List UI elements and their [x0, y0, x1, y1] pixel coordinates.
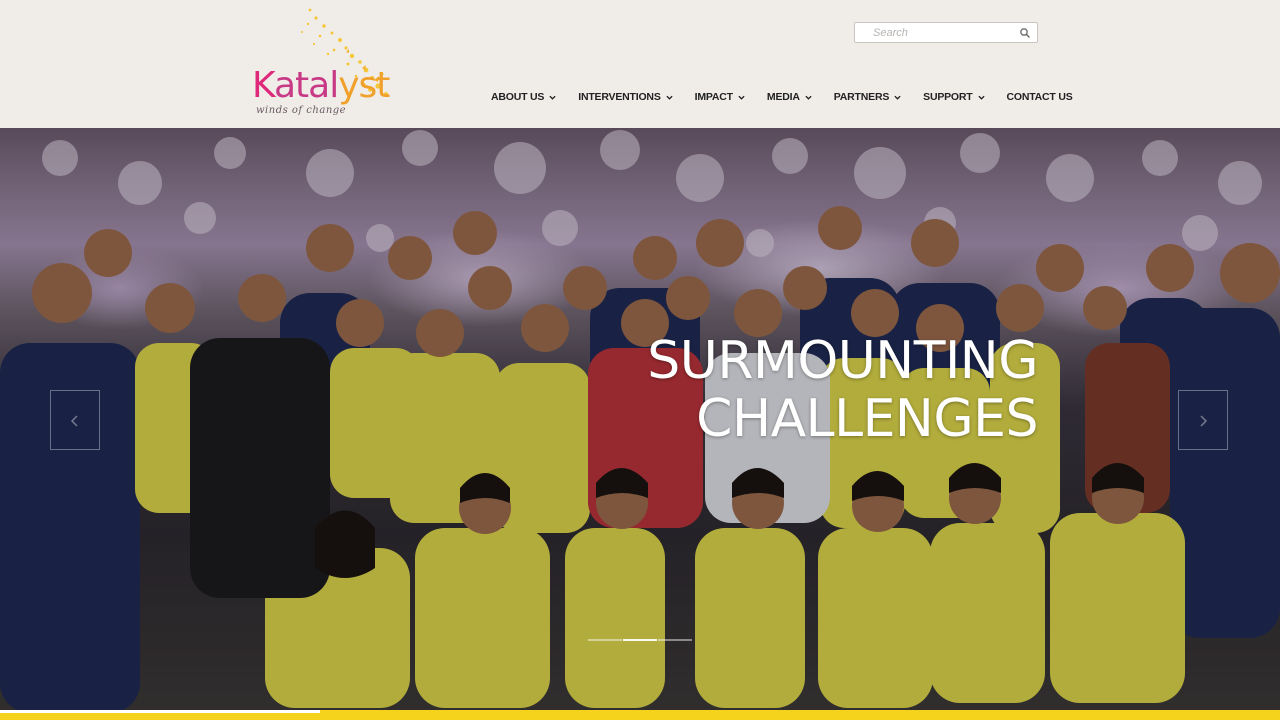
nav-item-contact-us[interactable]: CONTACT US	[1007, 91, 1073, 103]
hero-slider: SURMOUNTING CHALLENGES	[0, 128, 1280, 710]
nav-item-label: INTERVENTIONS	[578, 91, 661, 103]
chevron-right-icon	[1200, 415, 1208, 427]
nav-item-label: ABOUT US	[491, 91, 545, 103]
search-input[interactable]	[855, 23, 1015, 42]
nav-item-partners[interactable]: PARTNERS	[834, 91, 901, 103]
search-button[interactable]	[1018, 26, 1032, 40]
slider-next-button[interactable]	[1178, 390, 1228, 450]
nav-item-label: PARTNERS	[833, 91, 890, 103]
chevron-left-icon	[70, 415, 78, 427]
chevron-down-icon	[549, 95, 556, 100]
search-icon	[1020, 28, 1030, 38]
slide-progress-bar	[0, 710, 1280, 720]
logo-letter-k: K	[252, 65, 275, 106]
slider-dot[interactable]	[588, 639, 622, 641]
nav-item-support[interactable]: SUPPORT	[923, 91, 985, 103]
chevron-down-icon	[666, 95, 673, 100]
chevron-down-icon	[977, 95, 985, 100]
nav-item-about-us[interactable]: ABOUT US	[491, 91, 556, 103]
slider-dot[interactable]	[623, 639, 657, 641]
hero-title: SURMOUNTING CHALLENGES	[647, 331, 1038, 450]
nav-item-label: SUPPORT	[923, 91, 973, 103]
chevron-down-icon	[805, 95, 812, 100]
slider-pagination	[588, 639, 693, 641]
nav-item-interventions[interactable]: INTERVENTIONS	[578, 91, 673, 103]
main-nav: ABOUT US INTERVENTIONS IMPACT MEDIA PART…	[491, 91, 1073, 103]
nav-item-media[interactable]: MEDIA	[767, 91, 812, 103]
slide-progress-fill	[0, 710, 320, 713]
chevron-down-icon	[738, 95, 745, 100]
logo-wordmark: Katalyst	[252, 65, 390, 106]
search-box	[854, 22, 1038, 43]
site-header: Katalyst winds of change ABOUT US INTERV…	[0, 0, 1280, 128]
katalyst-logo[interactable]: Katalyst winds of change	[250, 6, 395, 124]
nav-item-impact[interactable]: IMPACT	[695, 91, 745, 103]
nav-item-label: MEDIA	[766, 91, 800, 103]
logo-letters-yst: yst	[338, 65, 390, 106]
logo-letters-atal: atal	[273, 65, 339, 106]
group-photo	[0, 128, 1280, 710]
slider-dot[interactable]	[658, 639, 692, 641]
nav-item-label: CONTACT US	[1006, 91, 1073, 103]
nav-item-label: IMPACT	[694, 91, 733, 103]
slider-prev-button[interactable]	[50, 390, 100, 450]
hero-title-line-2: CHALLENGES	[696, 389, 1038, 450]
hero-title-line-1: SURMOUNTING	[647, 331, 1038, 391]
logo-tagline: winds of change	[256, 105, 347, 116]
chevron-down-icon	[894, 95, 901, 100]
